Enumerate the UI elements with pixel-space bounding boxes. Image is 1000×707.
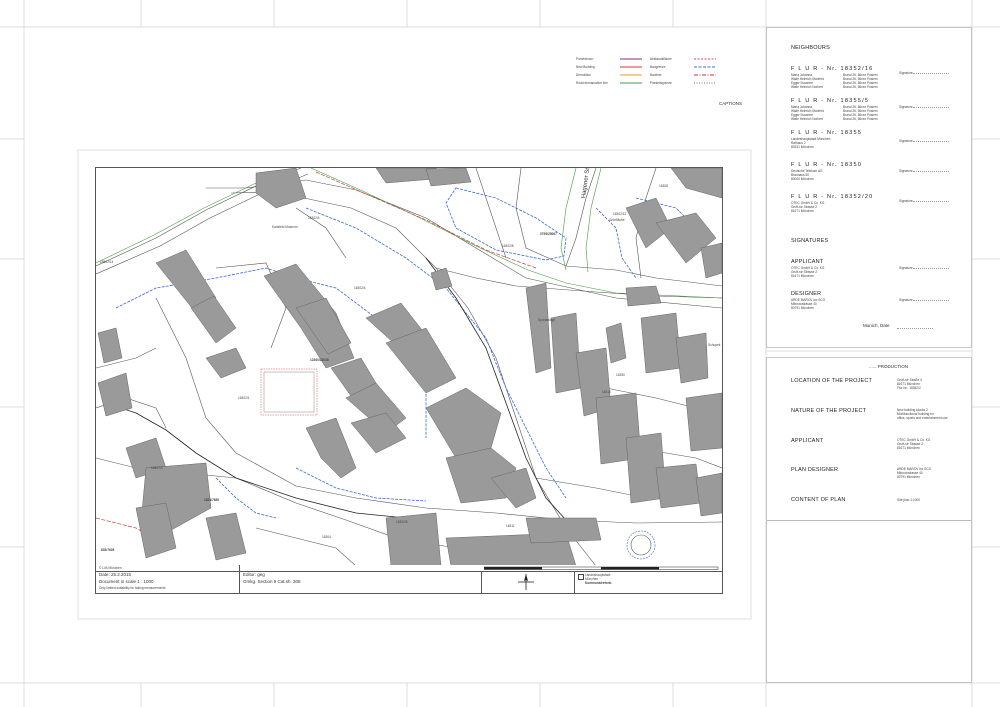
site-map: Hagener Str. Karlsfeld Museum Sportanlag…	[95, 167, 723, 567]
neighbour-entry: F L U R - Nr. 18352/20 OTEC GmbH & Co. K…	[791, 194, 961, 213]
title-section: Gmkg. Section 9 Cat.sh. 308	[243, 579, 301, 584]
signature-label: Signature	[899, 139, 913, 143]
signature-label: Signature	[899, 71, 913, 75]
production-panel: ...... PRODUCTION LOCATION OF THE PROJEC…	[767, 358, 971, 682]
production-row: PLAN DESIGNER ARDE MAROV inc SCO Mitrovi…	[791, 467, 967, 479]
neighbour-entry: F L U R - Nr. 18355 Landeshauptstadt Mün…	[791, 130, 961, 149]
map-label: 16302/12	[613, 212, 627, 216]
production-row-value: 80791 München	[897, 475, 920, 479]
map-drawing	[96, 168, 722, 566]
date-line	[897, 328, 933, 329]
map-label: 16302/1	[238, 396, 250, 400]
map-label: 16308	[659, 184, 668, 188]
map-label: 16302/4	[308, 216, 320, 220]
title-source: © LVA München	[99, 566, 122, 570]
map-label: 16310	[602, 390, 611, 394]
title-note: Only limited suitability for taking meas…	[99, 586, 166, 590]
applicant-label: APPLICANT	[791, 259, 824, 265]
flur-number: F L U R - Nr. 18355	[791, 130, 863, 136]
designer-signature: DESIGNER ARDE MAROV inc SCO Mitrovicstra…	[791, 291, 961, 310]
production-row: APPLICANT OTEC GmbH & Co. KG Gruft-str S…	[791, 438, 967, 450]
production-row: LOCATION OF THE PROJECT Gruft-str Straße…	[791, 378, 967, 390]
map-label: 635/7628	[101, 548, 115, 552]
map-label: 16302/4	[354, 286, 366, 290]
production-row-label: PLAN DESIGNER	[791, 467, 839, 473]
neighbour-entry: F L U R - Nr. 18352/16 Maria Johanna Wal…	[791, 66, 961, 89]
title-block: © LVA München Date: 25.2.2015 Document i…	[95, 565, 723, 594]
neighbours-panel: NEIGHBOURS F L U R - Nr. 18352/16 Maria …	[767, 28, 971, 347]
signature-label: Signature	[899, 199, 913, 203]
neighbour-line: Walle Heinrich Norbert	[791, 85, 823, 89]
map-label: Karlsfeld Museum	[272, 225, 298, 229]
map-label: 16311	[506, 524, 515, 528]
map-label: 16302/3	[151, 466, 163, 470]
neighbour-entry: F L U R - Nr. 18355/5 Maria Johanna Wall…	[791, 98, 961, 121]
agency-line: Kommunalreferat	[585, 581, 612, 585]
flur-number: F L U R - Nr. 18352/20	[791, 194, 874, 200]
flur-number: F L U R - Nr. 18352/16	[791, 66, 874, 72]
map-label: 12360/23038	[310, 358, 329, 362]
production-row: NATURE OF THE PROJECT New building block…	[791, 408, 967, 420]
production-title: ...... PRODUCTION	[869, 364, 909, 369]
production-row-label: NATURE OF THE PROJECT	[791, 408, 867, 414]
map-label: Grünfläche	[609, 218, 625, 222]
signature-line	[913, 141, 949, 142]
flur-number: F L U R - Nr. 18350	[791, 162, 863, 168]
designer-line: 80791 München	[791, 306, 814, 310]
signatures-title: SIGNATURES	[791, 238, 829, 244]
north-arrow-icon	[518, 574, 534, 590]
signature-label: Signature	[899, 266, 913, 270]
production-divider	[767, 520, 971, 521]
signature-label: Signature	[899, 105, 913, 109]
signature-line	[913, 268, 949, 269]
agency-logo-icon	[578, 574, 584, 580]
signature-line	[913, 201, 949, 202]
production-row-value: Flur Nr.: 18352/2	[897, 386, 921, 390]
production-row-value: office, sports and entertainment use	[897, 416, 948, 420]
title-scale: Document in scale 1 : 1000	[99, 579, 154, 584]
map-label: 16302/5	[396, 520, 408, 524]
production-row-label: APPLICANT	[791, 438, 824, 444]
signature-line	[913, 73, 949, 74]
production-row-label: CONTENT OF PLAN	[791, 497, 846, 503]
neighbour-address: Brand 26, 86xxx Pusiern	[843, 85, 878, 89]
scale-bar	[484, 566, 719, 570]
map-label: Schopek	[708, 343, 721, 347]
applicant-signature: APPLICANT OTEC GmbH & Co. KG Gruft-str S…	[791, 259, 961, 278]
map-label: 16302/8	[502, 244, 514, 248]
title-editor: Editor: geg	[243, 572, 265, 577]
map-label: 16304	[322, 535, 331, 539]
map-label: 1823/7685	[204, 498, 220, 502]
neighbour-line: 81671 München	[791, 209, 814, 213]
flur-number: F L U R - Nr. 18355/5	[791, 98, 870, 104]
title-date: Date: 25.2.2015	[99, 572, 132, 577]
production-row: CONTENT OF PLAN Site plan 1:1000	[791, 497, 967, 503]
map-label: Sportanlage	[538, 318, 556, 322]
neighbour-line: 80331 München	[791, 145, 814, 149]
legend-swatches	[620, 58, 716, 84]
signature-line	[913, 300, 949, 301]
signature-line	[913, 171, 949, 172]
production-row-value: 81671 München	[897, 446, 920, 450]
neighbour-address: Brand 26, 86xxx Pusiern	[843, 117, 878, 121]
map-label: 0795/25067	[540, 232, 557, 236]
neighbour-line: Walle Heinrich Norbert	[791, 117, 823, 121]
production-row-label: LOCATION OF THE PROJECT	[791, 378, 873, 384]
drawing-sheet: Precedence New Building Demolition Road …	[0, 0, 1000, 707]
legend: Precedence New Building Demolition Road …	[576, 57, 736, 89]
neighbour-entry: F L U R - Nr. 18350 Deutsche Telekom AG …	[791, 162, 961, 181]
date-label: Munich, Date	[863, 323, 890, 328]
neighbours-title: NEIGHBOURS	[791, 45, 830, 51]
signature-label: Signature	[899, 298, 913, 302]
designer-label: DESIGNER	[791, 291, 822, 297]
buildings	[97, 168, 722, 566]
map-label: 16350	[616, 373, 625, 377]
signature-label: Signature	[899, 169, 913, 173]
applicant-line: 81671 München	[791, 274, 814, 278]
neighbour-line: 80000 München	[791, 177, 814, 181]
signature-line	[913, 107, 949, 108]
map-label: 16502/14	[100, 260, 114, 264]
captions-label: CAPTIONS	[719, 101, 743, 106]
production-row-value: Site plan 1:1000	[897, 498, 921, 502]
